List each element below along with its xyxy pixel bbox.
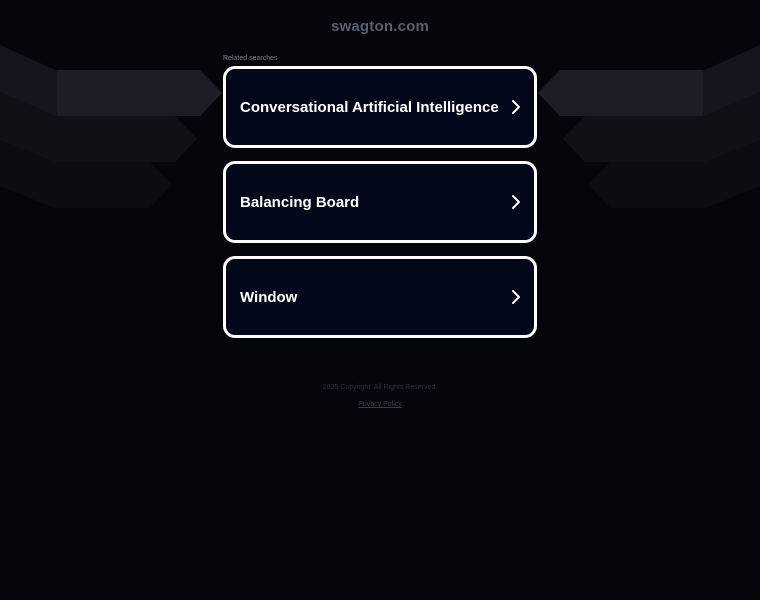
search-result-label: Balancing Board: [240, 193, 360, 211]
privacy-policy-link[interactable]: Privacy Policy: [358, 401, 402, 408]
search-result-label: Conversational Artificial Intelligence: [240, 98, 499, 116]
search-result-card[interactable]: Conversational Artificial Intelligence: [223, 66, 537, 148]
copyright-text: 2025 Copyright. All Rights Reserved.: [322, 384, 438, 391]
chevron-right-icon: [510, 99, 522, 115]
related-searches-list: Conversational Artificial Intelligence B…: [223, 66, 537, 351]
domain-title: swagton.com: [330, 18, 430, 35]
search-result-card[interactable]: Balancing Board: [223, 161, 537, 243]
chevron-right-icon: [510, 289, 522, 305]
related-searches-label: Related searches: [223, 55, 278, 62]
footer: 2025 Copyright. All Rights Reserved. Pri…: [0, 384, 760, 408]
parked-domain-page: swagton.com Related searches Conversatio…: [0, 0, 760, 600]
chevron-right-icon: [510, 194, 522, 210]
search-result-card[interactable]: Window: [223, 256, 537, 338]
search-result-label: Window: [240, 288, 298, 306]
